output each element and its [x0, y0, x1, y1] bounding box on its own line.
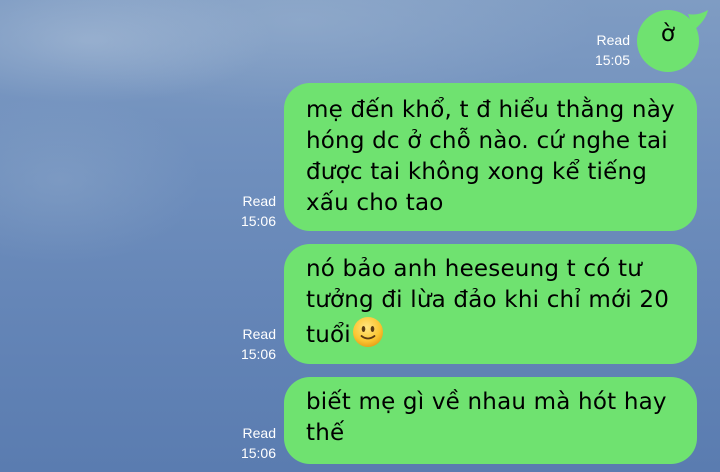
slightly-smiling-face-icon — [352, 317, 383, 347]
bubble-tail — [688, 10, 708, 30]
message-bubble[interactable]: nó bảo anh heeseung t có tư tưởng đi lừa… — [284, 244, 697, 364]
message-text: ờ — [660, 21, 676, 47]
message-text: biết mẹ gì về nhau mà hót hay thế — [306, 389, 667, 446]
chat-conversation[interactable]: Read 15:05 ờ Read 15:06 mẹ đến khổ, t đ … — [0, 0, 720, 472]
message-meta: Read 15:06 — [216, 423, 276, 463]
message-bubble[interactable]: biết mẹ gì về nhau mà hót hay thế — [284, 377, 697, 464]
read-receipt: Read — [242, 425, 276, 441]
read-receipt: Read — [242, 326, 276, 342]
message-text: mẹ đến khổ, t đ hiểu thằng này hóng dc ở… — [306, 97, 675, 216]
message-meta: Read 15:06 — [216, 191, 276, 231]
message-meta: Read 15:06 — [216, 324, 276, 364]
message-time: 15:06 — [240, 445, 276, 461]
message-time: 15:06 — [240, 213, 276, 229]
read-receipt: Read — [596, 32, 630, 48]
message-bubble[interactable]: mẹ đến khổ, t đ hiểu thằng này hóng dc ở… — [284, 83, 697, 231]
message-time: 15:06 — [240, 346, 276, 362]
message-time: 15:05 — [594, 52, 630, 68]
read-receipt: Read — [242, 193, 276, 209]
message-meta: Read 15:05 — [570, 30, 630, 70]
